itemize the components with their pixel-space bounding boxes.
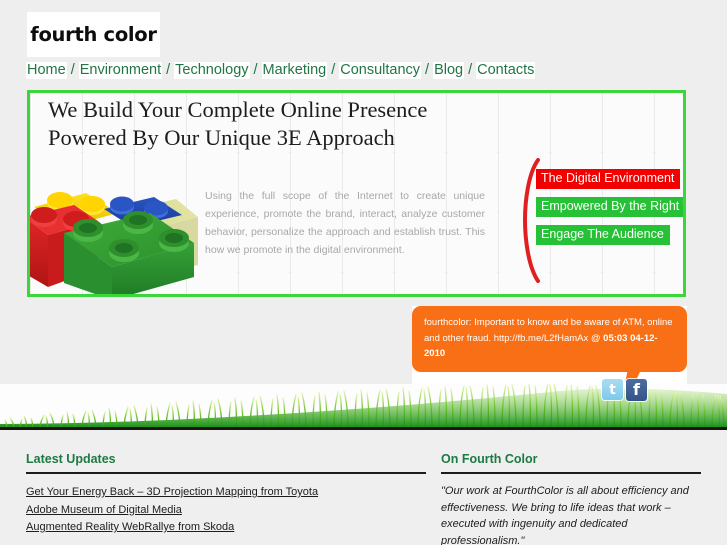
nav-separator: / xyxy=(425,62,430,78)
hero-headline-line-2: Powered By Our Unique 3E Approach xyxy=(48,125,395,150)
hero-headline-line-1: We Build Your Complete Online Presence xyxy=(48,97,428,122)
twitter-icon[interactable]: t xyxy=(602,379,623,400)
nav-separator: / xyxy=(166,62,171,78)
nav-item-technology[interactable]: Technology xyxy=(174,62,250,79)
tweet-bubble[interactable]: fourthcolor: Important to know and be aw… xyxy=(412,306,687,372)
twitter-glyph: t xyxy=(609,381,616,398)
section-divider xyxy=(441,472,701,474)
section-divider xyxy=(26,472,426,474)
nav-separator: / xyxy=(70,62,75,78)
badge-engage-audience[interactable]: Engage The Audience xyxy=(536,225,670,245)
main-navigation: Home / Environment / Technology / Market… xyxy=(26,62,536,79)
on-fourth-color-title: On Fourth Color xyxy=(441,452,538,466)
on-fourth-color-section: On Fourth Color "Our work at FourthColor… xyxy=(441,452,701,545)
latest-updates-list: Get Your Energy Back – 3D Projection Map… xyxy=(26,483,426,536)
latest-updates-title: Latest Updates xyxy=(26,452,116,466)
nav-separator: / xyxy=(253,62,258,78)
nav-item-home[interactable]: Home xyxy=(26,62,67,79)
hero-paragraph: Using the full scope of the Internet to … xyxy=(205,189,485,256)
company-quote: "Our work at FourthColor is all about ef… xyxy=(441,485,689,545)
nav-separator: / xyxy=(331,62,336,78)
nav-separator: / xyxy=(468,62,473,78)
facebook-glyph: f xyxy=(633,379,640,399)
page-root: fourth color Home / Environment / Techno… xyxy=(0,0,727,545)
badge-empowered-technology[interactable]: Empowered By the Right Technology xyxy=(536,197,683,217)
social-links: t f xyxy=(602,379,647,401)
nav-item-consultancy[interactable]: Consultancy xyxy=(339,62,422,79)
lego-bricks-image xyxy=(30,165,201,294)
list-item: Augmented Reality WebRallye from Skoda xyxy=(26,518,426,536)
site-header: fourth color Home / Environment / Techno… xyxy=(0,0,727,88)
hero-headline: We Build Your Complete Online Presence P… xyxy=(48,96,427,152)
nav-item-blog[interactable]: Blog xyxy=(433,62,465,79)
list-item: Adobe Museum of Digital Media xyxy=(26,501,426,519)
latest-updates-section: Latest Updates Get Your Energy Back – 3D… xyxy=(26,452,426,536)
twitter-feed-widget: fourthcolor: Important to know and be aw… xyxy=(412,306,687,384)
hero-badge-list: The Digital Environment Empowered By the… xyxy=(536,169,683,253)
logo-text: fourth color xyxy=(30,23,157,46)
badge-digital-environment[interactable]: The Digital Environment xyxy=(536,169,681,189)
update-link-skoda[interactable]: Augmented Reality WebRallye from Skoda xyxy=(26,521,234,533)
nav-item-marketing[interactable]: Marketing xyxy=(261,62,328,79)
nav-item-contacts[interactable]: Contacts xyxy=(476,62,536,79)
update-link-toyota[interactable]: Get Your Energy Back – 3D Projection Map… xyxy=(26,486,318,498)
update-link-adobe[interactable]: Adobe Museum of Digital Media xyxy=(26,504,182,516)
list-item: Get Your Energy Back – 3D Projection Map… xyxy=(26,483,426,501)
footer-content: Latest Updates Get Your Energy Back – 3D… xyxy=(0,430,727,545)
facebook-icon[interactable]: f xyxy=(626,379,647,401)
site-logo[interactable]: fourth color xyxy=(27,12,160,57)
hero-banner: We Build Your Complete Online Presence P… xyxy=(27,90,686,297)
nav-item-environment[interactable]: Environment xyxy=(78,62,163,79)
